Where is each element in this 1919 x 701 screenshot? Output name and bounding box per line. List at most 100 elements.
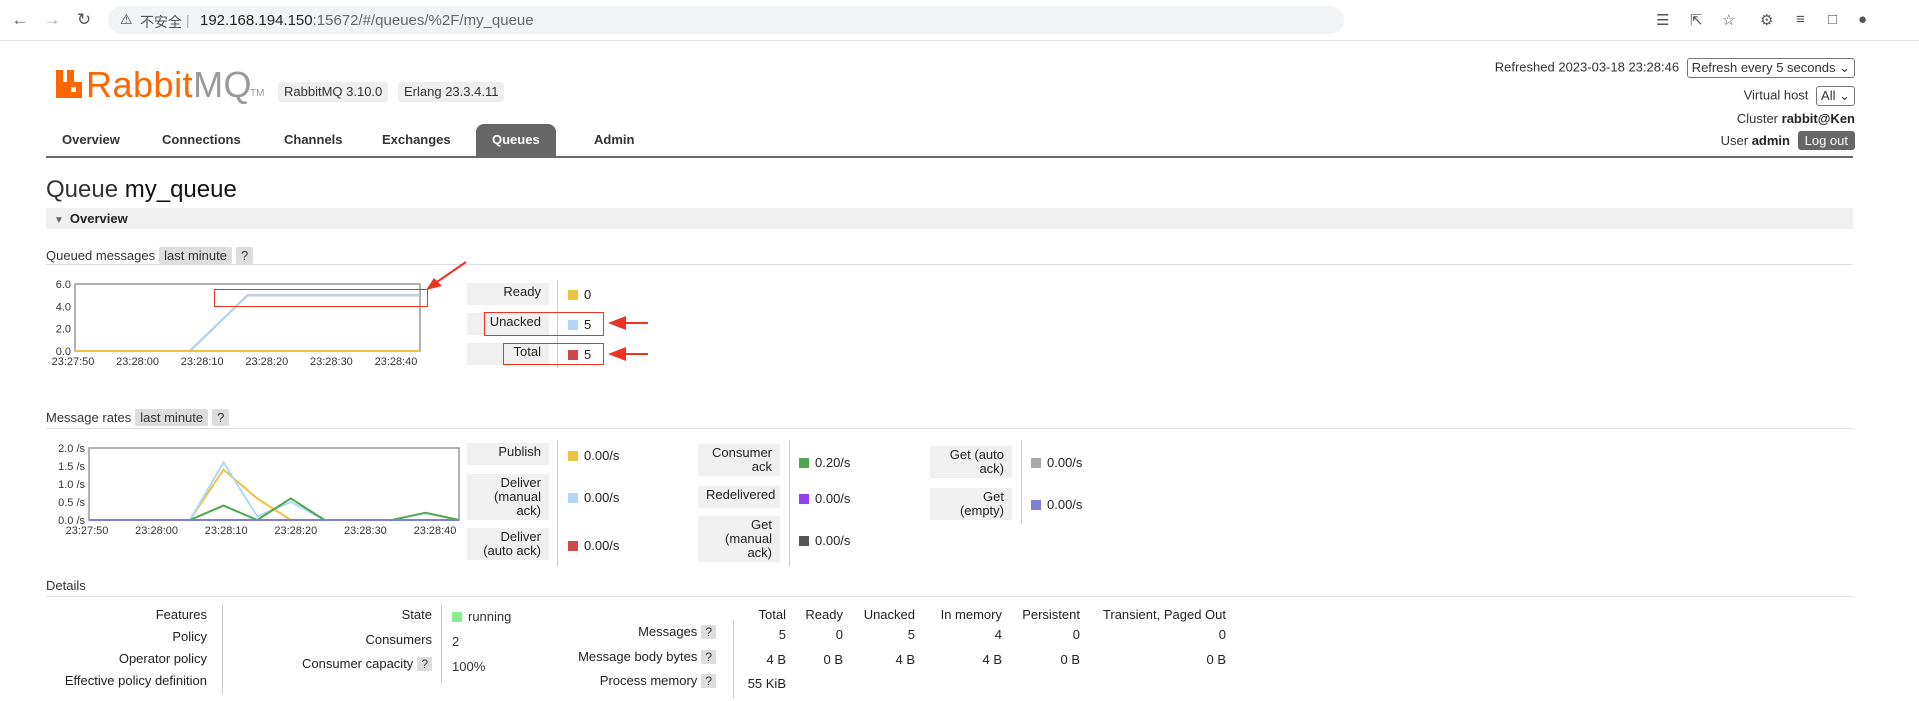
rate-publish-label: Publish (467, 443, 549, 465)
vhost-value: All (1821, 88, 1836, 103)
process-memory-help-button[interactable]: ? (701, 674, 716, 688)
warning-icon: ⚠ (120, 11, 133, 27)
refresh-status: Refreshed 2023-03-18 23:28:46 Refresh ev… (1495, 58, 1855, 78)
logo-mq: MQ (193, 64, 253, 105)
features-label: Features (155, 607, 207, 622)
process-memory-row-text: Process memory (599, 673, 698, 688)
tab-channels[interactable]: Channels (268, 124, 359, 156)
tab-exchanges[interactable]: Exchanges (366, 124, 467, 156)
x-tick-label: 23:28:20 (274, 525, 317, 537)
details-divider (222, 604, 223, 694)
tab-queues[interactable]: Queues (476, 124, 556, 156)
body-bytes-row-text: Message body bytes (578, 649, 698, 664)
messages-transient: 0 (1218, 627, 1226, 642)
capacity-help-button[interactable]: ? (417, 657, 432, 671)
refreshed-label: Refreshed (1494, 59, 1555, 75)
x-tick-label: 23:28:00 (135, 525, 178, 537)
state-label: State (401, 607, 432, 622)
reload-icon[interactable]: ↻ (72, 8, 96, 32)
annotation-arrow-icon (608, 316, 648, 330)
page-title: Queue my_queue (46, 176, 237, 204)
tab-admin[interactable]: Admin (578, 124, 650, 156)
extension-icon[interactable]: ⚙ (1760, 11, 1773, 29)
messages-unacked: 5 (907, 627, 915, 642)
col-unacked: Unacked (863, 607, 915, 622)
rate-deliver-manual-value: 0.00/s (584, 490, 620, 505)
translate-icon[interactable]: ☰ (1656, 11, 1669, 29)
y-tick-label: 0.5 /s (58, 497, 85, 509)
redelivered-swatch (799, 494, 809, 504)
rate-get-empty-value: 0.00/s (1047, 497, 1083, 512)
x-tick-label: 23:28:40 (375, 356, 418, 368)
get-manual-swatch (799, 536, 809, 546)
consumer-capacity-value: 100% (452, 659, 486, 674)
message-rates-title: Message rates (46, 410, 132, 425)
rabbitmq-logo[interactable]: RabbitMQ (56, 62, 276, 106)
rate-get-empty-label: Get (empty) (930, 488, 1012, 520)
col-in-memory: In memory (940, 607, 1002, 622)
rates-help-button[interactable]: ? (212, 409, 230, 426)
address-bar[interactable]: ⚠ 不安全 | 192.168.194.150:15672/#/queues/%… (108, 6, 1344, 34)
messages-row-label: Messages? (540, 624, 716, 639)
legend-ready-label: Ready (467, 283, 549, 305)
rate-deliver-manual: 0.00/s (568, 490, 619, 505)
rate-publish-value: 0.00/s (584, 448, 620, 463)
rate-get-auto-label: Get (auto ack) (930, 446, 1012, 478)
effective-policy-label: Effective policy definition (64, 673, 207, 688)
overview-section-toggle[interactable]: ▼ Overview (46, 208, 1853, 229)
logo-rabbit: Rabbit (86, 64, 194, 105)
refresh-interval-select[interactable]: Refresh every 5 seconds ⌄ (1686, 58, 1855, 78)
legend-ready-value: 0 (584, 287, 592, 302)
annotation-box-total (503, 343, 604, 365)
queued-messages-label: Queued messages last minute? (46, 247, 254, 264)
star-icon[interactable]: ☆ (1722, 11, 1735, 29)
section-title: Overview (69, 211, 128, 226)
get-empty-swatch (1031, 500, 1041, 510)
queued-range-select[interactable]: last minute (159, 247, 232, 264)
tab-overview[interactable]: Overview (46, 124, 136, 156)
version-badge: RabbitMQ 3.10.0 (278, 82, 389, 102)
profile-icon[interactable]: ● (1858, 11, 1867, 28)
forward-arrow-icon[interactable]: → (40, 8, 64, 32)
legend-ready: 0 (568, 287, 591, 302)
body-bytes-help-button[interactable]: ? (701, 650, 716, 664)
x-tick-label: 23:28:10 (181, 356, 224, 368)
share-icon[interactable]: ⇱ (1690, 11, 1703, 29)
url-text: 192.168.194.150:15672/#/queues/%2F/my_qu… (200, 12, 534, 29)
process-memory-row-label: Process memory? (540, 673, 716, 688)
bytes-in-memory: 4 B (982, 652, 1002, 667)
tab-connections[interactable]: Connections (146, 124, 257, 156)
collapse-triangle-icon: ▼ (54, 215, 64, 226)
x-tick-label: 23:28:10 (205, 525, 248, 537)
rate-consumer-ack-label: Consumer ack (698, 444, 780, 476)
messages-ready: 0 (835, 627, 843, 642)
messages-help-button[interactable]: ? (701, 625, 716, 639)
x-tick-label: 23:27:50 (66, 525, 109, 537)
y-tick-label: 1.0 /s (58, 479, 85, 491)
rate-get-auto-value: 0.00/s (1047, 455, 1083, 470)
messages-in-memory: 4 (994, 627, 1002, 642)
deliver-auto-swatch (568, 541, 578, 551)
bytes-ready: 0 B (823, 652, 843, 667)
y-tick-label: 2.0 (56, 324, 71, 336)
vhost-select[interactable]: All ⌄ (1816, 86, 1855, 106)
divider (46, 596, 1853, 597)
reading-list-icon[interactable]: ≡ (1796, 11, 1805, 28)
legend-divider (789, 440, 790, 566)
rate-get-manual-value: 0.00/s (815, 533, 851, 548)
rate-consumer-ack: 0.20/s (799, 455, 850, 470)
back-arrow-icon[interactable]: ← (8, 8, 32, 32)
rate-deliver-manual-label: Deliver (manual ack) (467, 474, 549, 520)
consumer-ack-swatch (799, 458, 809, 468)
message-rates-label: Message rates last minute? (46, 409, 230, 426)
y-tick-label: 6.0 (56, 279, 71, 291)
col-transient: Transient, Paged Out (1102, 607, 1226, 622)
window-icon[interactable]: □ (1828, 11, 1837, 28)
queued-help-button[interactable]: ? (236, 247, 254, 264)
bytes-persistent: 0 B (1060, 652, 1080, 667)
process-memory-value: 55 KiB (747, 676, 786, 691)
queue-name: my_queue (124, 176, 237, 203)
rates-range-select[interactable]: last minute (135, 409, 209, 426)
running-indicator-icon (452, 612, 462, 622)
rate-get-manual: 0.00/s (799, 533, 850, 548)
